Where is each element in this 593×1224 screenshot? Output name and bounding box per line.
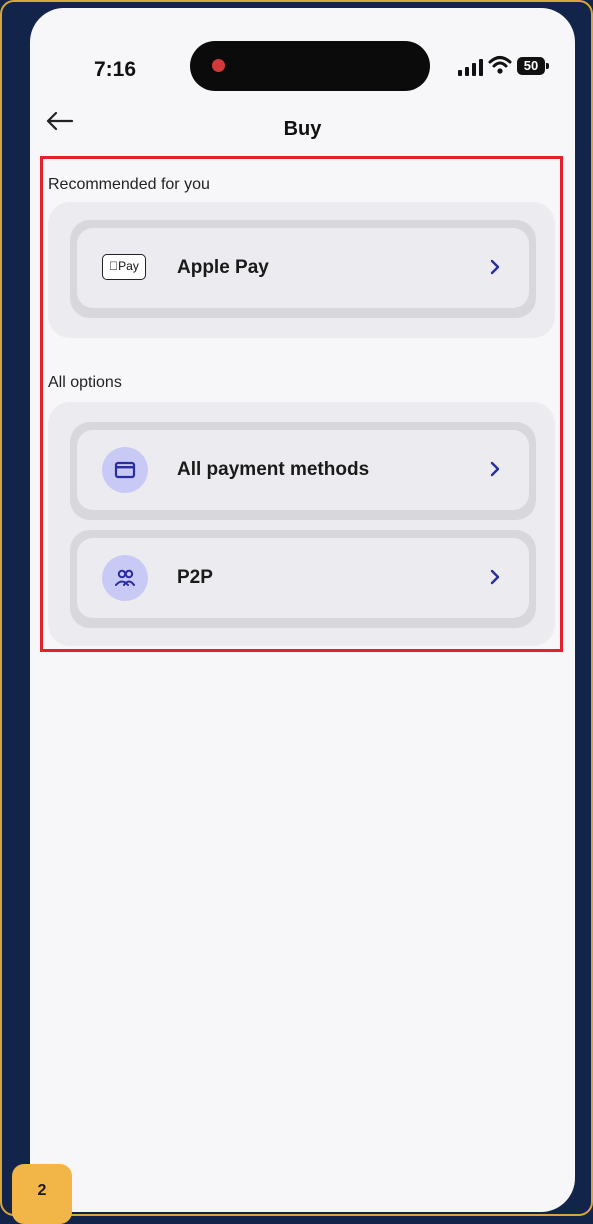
all-options-panel: All payment methods P2P <box>48 402 555 646</box>
users-icon <box>102 555 148 601</box>
option-label-all-payment-methods: All payment methods <box>177 459 370 480</box>
apple-pay-logo-icon: Pay <box>102 254 146 280</box>
all-payment-methods-option[interactable]: All payment methods <box>77 430 529 510</box>
dynamic-island <box>190 41 430 91</box>
status-time: 7:16 <box>94 58 137 81</box>
section-label-all-options: All options <box>48 374 122 391</box>
step-number-badge: 2 <box>12 1164 72 1224</box>
apple-pay-option[interactable]: Pay Apple Pay <box>77 228 529 308</box>
cellular-signal-icon <box>458 58 483 76</box>
recording-indicator-icon <box>212 59 225 72</box>
wifi-icon <box>488 56 512 74</box>
recommended-panel: Pay Apple Pay <box>48 202 555 338</box>
p2p-card-wrapper: P2P <box>70 530 536 628</box>
option-label-apple-pay: Apple Pay <box>177 257 269 278</box>
device-frame: 7:16 50 Buy Recommended for you Pay App… <box>0 0 593 1224</box>
page-title: Buy <box>283 118 322 140</box>
apple-pay-card-wrapper: Pay Apple Pay <box>70 220 536 318</box>
battery-icon: 50 <box>517 57 549 75</box>
p2p-option[interactable]: P2P <box>77 538 529 618</box>
all-payment-methods-card-wrapper: All payment methods <box>70 422 536 520</box>
wallet-icon <box>102 447 148 493</box>
section-label-recommended: Recommended for you <box>48 176 210 193</box>
option-label-p2p: P2P <box>177 567 213 588</box>
phone-screen: 7:16 50 Buy Recommended for you Pay App… <box>30 8 575 1212</box>
chevron-right-icon <box>490 259 500 275</box>
chevron-right-icon <box>490 461 500 477</box>
chevron-right-icon <box>490 569 500 585</box>
